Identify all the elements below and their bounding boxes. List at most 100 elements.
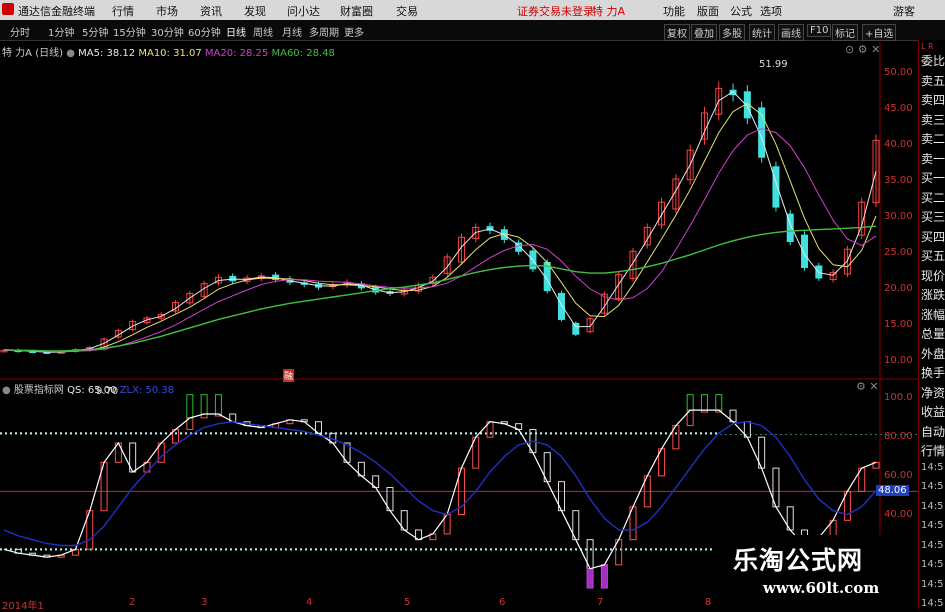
menu-ask[interactable]: 问小达 bbox=[287, 3, 320, 19]
sidebar-item[interactable]: 买三 bbox=[921, 208, 945, 225]
price-ytick: 30.00 bbox=[884, 211, 913, 222]
menu-discover[interactable]: 发现 bbox=[244, 3, 266, 19]
menu-news[interactable]: 资讯 bbox=[200, 3, 222, 19]
sidebar-item[interactable]: 买二 bbox=[921, 189, 945, 206]
sidebar-item[interactable]: 换手 bbox=[921, 364, 945, 381]
price-ytick: 20.00 bbox=[884, 283, 913, 294]
ma60-line bbox=[3, 225, 877, 352]
sidebar-item[interactable]: 净资 bbox=[921, 384, 945, 401]
x-label: 5 bbox=[404, 597, 411, 608]
btn-draw[interactable]: 画线 bbox=[778, 24, 804, 41]
sidebar-item[interactable]: 行情 bbox=[921, 442, 945, 459]
overbought-bar bbox=[214, 394, 222, 415]
sidebar-item[interactable]: 卖一 bbox=[921, 150, 945, 167]
price-ytick: 25.00 bbox=[884, 247, 913, 258]
sidebar-item[interactable]: 买一 bbox=[921, 169, 945, 186]
stock-name: 特 力A bbox=[592, 5, 626, 18]
x-label: 2014年1 bbox=[2, 601, 44, 612]
price-ytick: 50.00 bbox=[884, 67, 913, 78]
period-60min[interactable]: 60分钟 bbox=[188, 24, 221, 39]
oversold-bar bbox=[586, 568, 594, 589]
price-panel bbox=[0, 81, 880, 354]
btn-add-watch[interactable]: +自选 bbox=[862, 24, 897, 41]
period-daily[interactable]: 日线 bbox=[226, 24, 246, 39]
overbought-bar bbox=[200, 394, 208, 415]
sidebar-item[interactable]: 14:5 bbox=[921, 462, 943, 473]
app-logo-icon bbox=[2, 3, 14, 15]
sidebar-item[interactable]: 外盘 bbox=[921, 345, 945, 362]
menu-function[interactable]: 功能 bbox=[663, 3, 685, 19]
sidebar-item[interactable]: 卖二 bbox=[921, 130, 945, 147]
sidebar-item[interactable]: 14:5 bbox=[921, 481, 943, 492]
overbought-bar bbox=[715, 394, 723, 411]
menu-wealth[interactable]: 财富圈 bbox=[340, 3, 373, 19]
chart-canvas[interactable] bbox=[0, 40, 918, 609]
sidebar-item[interactable]: 买四 bbox=[921, 228, 945, 245]
sidebar-item[interactable]: 涨跌 bbox=[921, 286, 945, 303]
sidebar-item[interactable]: 收益 bbox=[921, 403, 945, 420]
indicator-ytick: 40.00 bbox=[884, 509, 913, 520]
menu-layout[interactable]: 版面 bbox=[697, 3, 719, 19]
price-ytick: 35.00 bbox=[884, 175, 913, 186]
menu-market[interactable]: 市场 bbox=[156, 3, 178, 19]
price-ytick: 10.00 bbox=[884, 355, 913, 366]
x-label: 8 bbox=[705, 597, 712, 608]
sidebar-item[interactable]: 14:5 bbox=[921, 579, 943, 590]
btn-adjust[interactable]: 复权 bbox=[664, 24, 690, 41]
btn-mark[interactable]: 标记 bbox=[832, 24, 858, 41]
btn-multi-stock[interactable]: 多股 bbox=[719, 24, 745, 41]
sidebar-item[interactable]: 现价 bbox=[921, 267, 945, 284]
period-5min[interactable]: 5分钟 bbox=[82, 24, 108, 39]
menu-options[interactable]: 选项 bbox=[760, 3, 782, 19]
sidebar-item[interactable]: 14:5 bbox=[921, 520, 943, 531]
right-sidebar: L R 委比卖五卖四卖三卖二卖一买一买二买三买四买五现价涨跌涨幅总量外盘换手净资… bbox=[918, 40, 945, 609]
indicator-ytick: 80.00 bbox=[884, 431, 913, 442]
sidebar-item[interactable]: 14:5 bbox=[921, 540, 943, 551]
period-more[interactable]: 更多 bbox=[344, 24, 364, 39]
sidebar-item[interactable]: 卖三 bbox=[921, 111, 945, 128]
menu-bar: 通达信金融终端 行情 市场 资讯 发现 问小达 财富圈 交易 证券交易未登录 特… bbox=[0, 0, 945, 21]
menu-trade[interactable]: 交易 bbox=[396, 3, 418, 19]
app-title: 通达信金融终端 bbox=[18, 5, 95, 18]
ma20-line bbox=[3, 128, 877, 353]
x-label: 4 bbox=[306, 597, 313, 608]
btn-stats[interactable]: 统计 bbox=[749, 24, 775, 41]
sidebar-item[interactable]: 14:5 bbox=[921, 598, 943, 609]
sidebar-item[interactable]: 涨幅 bbox=[921, 306, 945, 323]
menu-guest[interactable]: 游客 bbox=[893, 3, 915, 19]
watermark: 乐淘公式网 www.60lt.com bbox=[715, 535, 918, 609]
sidebar-item[interactable]: 卖四 bbox=[921, 91, 945, 108]
sidebar-item[interactable]: 买五 bbox=[921, 247, 945, 264]
margin-marker: 融 bbox=[283, 369, 295, 382]
period-weekly[interactable]: 周线 bbox=[253, 24, 273, 39]
sidebar-item[interactable]: 14:5 bbox=[921, 501, 943, 512]
sidebar-item[interactable]: 14:5 bbox=[921, 559, 943, 570]
menu-formula[interactable]: 公式 bbox=[730, 3, 752, 19]
period-monthly[interactable]: 月线 bbox=[282, 24, 302, 39]
ma5-line bbox=[3, 90, 877, 353]
watermark-title: 乐淘公式网 bbox=[733, 546, 864, 575]
menu-quote[interactable]: 行情 bbox=[112, 3, 134, 19]
sidebar-item[interactable]: 委比 bbox=[921, 52, 945, 69]
sidebar-item[interactable]: 总量 bbox=[921, 325, 945, 342]
sidebar-lr-label: L R bbox=[921, 42, 934, 51]
overbought-bar bbox=[186, 394, 194, 419]
candle bbox=[572, 322, 580, 335]
x-label: 2 bbox=[129, 597, 136, 608]
price-ytick: 15.00 bbox=[884, 319, 913, 330]
watermark-url: www.60lt.com bbox=[763, 579, 880, 597]
login-status[interactable]: 证券交易未登录 bbox=[517, 3, 594, 19]
zlx-line bbox=[3, 420, 877, 547]
period-1min[interactable]: 1分钟 bbox=[48, 24, 74, 39]
period-multi[interactable]: 多周期 bbox=[309, 24, 339, 39]
sidebar-item[interactable]: 卖五 bbox=[921, 72, 945, 89]
x-label: 6 bbox=[499, 597, 506, 608]
period-15min[interactable]: 15分钟 bbox=[113, 24, 146, 39]
btn-f10[interactable]: F10 bbox=[807, 24, 832, 37]
high-label: 51.99 bbox=[759, 59, 788, 70]
low-label: 9.70 bbox=[96, 386, 119, 397]
period-tick[interactable]: 分时 bbox=[10, 24, 30, 39]
sidebar-item[interactable]: 自动 bbox=[921, 423, 945, 440]
period-30min[interactable]: 30分钟 bbox=[151, 24, 184, 39]
btn-overlay[interactable]: 叠加 bbox=[691, 24, 717, 41]
